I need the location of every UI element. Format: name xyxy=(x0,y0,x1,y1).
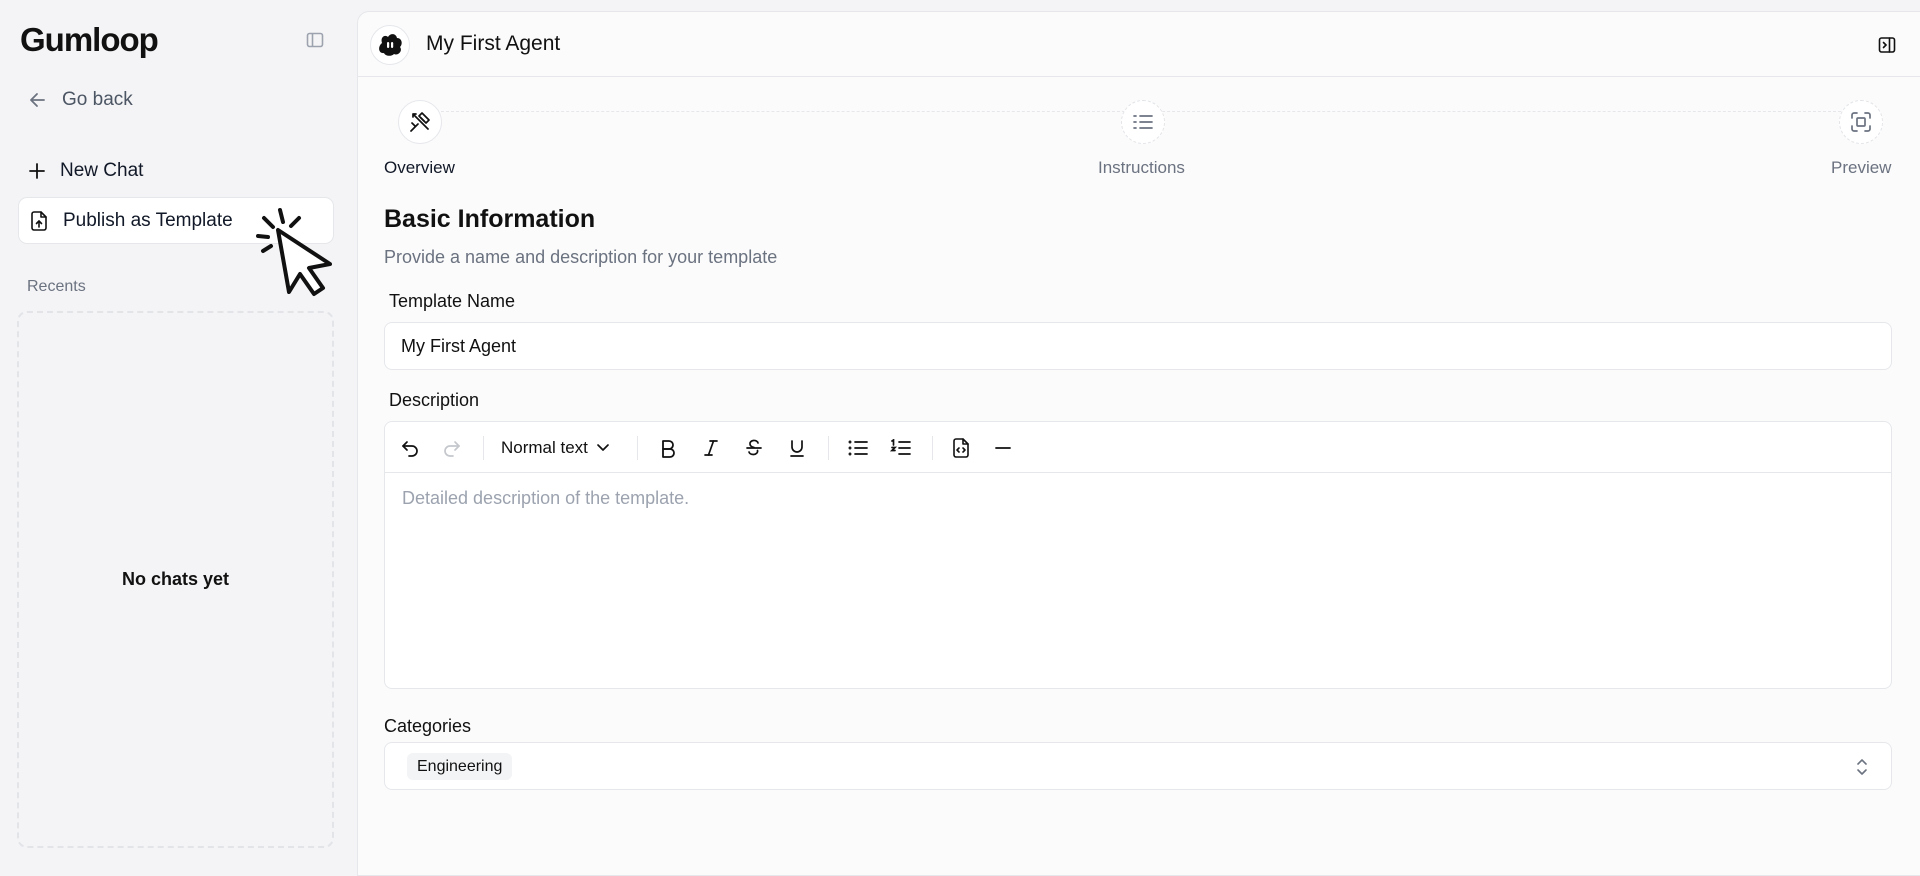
toolbar-divider xyxy=(828,436,829,460)
scan-icon xyxy=(1851,112,1871,132)
undo-button[interactable] xyxy=(396,434,424,462)
underline-button[interactable] xyxy=(783,434,811,462)
bullet-list-icon xyxy=(848,440,868,456)
redo-icon xyxy=(444,441,460,457)
publish-template-label: Publish as Template xyxy=(63,209,233,231)
gumloop-logo[interactable]: Gumloop xyxy=(20,20,159,60)
toolbar-divider xyxy=(483,436,484,460)
step-preview[interactable] xyxy=(1839,100,1883,144)
step-instructions-label[interactable]: Instructions xyxy=(1098,158,1185,178)
step-instructions[interactable] xyxy=(1121,100,1165,144)
agent-blob-icon xyxy=(379,34,402,56)
select-toggle[interactable] xyxy=(1851,755,1873,779)
sidebar-collapse-button[interactable] xyxy=(300,25,330,55)
plus-icon xyxy=(29,163,45,179)
new-chat-button[interactable]: New Chat xyxy=(18,149,334,193)
chevron-down-icon xyxy=(597,444,609,451)
arrow-left-icon xyxy=(30,93,45,107)
undo-icon xyxy=(402,441,418,457)
numbered-list-icon xyxy=(890,439,911,455)
section-subtitle: Provide a name and description for your … xyxy=(384,247,778,267)
horizontal-rule-button[interactable] xyxy=(989,434,1017,462)
agent-header: My First Agent xyxy=(358,12,1920,77)
italic-button[interactable] xyxy=(697,434,725,462)
toolbar-divider xyxy=(637,436,638,460)
category-chip[interactable]: Engineering xyxy=(407,753,513,780)
bold-button[interactable] xyxy=(654,434,682,462)
section-title: Basic Information xyxy=(384,205,596,233)
sidebar: Gumloop Go back New Chat Publish as Temp… xyxy=(0,0,356,876)
file-upload-icon xyxy=(31,210,47,231)
code-block-button[interactable] xyxy=(947,434,975,462)
template-name-label: Template Name xyxy=(389,291,516,311)
text-style-dropdown[interactable]: Normal text xyxy=(501,434,610,462)
template-name-input[interactable] xyxy=(384,322,1892,370)
strikethrough-icon xyxy=(746,439,762,456)
toolbar-divider xyxy=(932,436,933,460)
go-back-link[interactable]: Go back xyxy=(18,78,334,122)
no-chats-message: No chats yet xyxy=(121,569,230,589)
chevrons-up-down-icon xyxy=(1857,759,1867,775)
toggle-panel-button[interactable] xyxy=(1874,32,1900,58)
step-overview[interactable] xyxy=(398,100,442,144)
pointer-cursor-icon xyxy=(256,208,332,296)
editor-toolbar: Normal text xyxy=(385,422,1891,473)
redo-button[interactable] xyxy=(438,434,466,462)
numbered-list-button[interactable] xyxy=(887,434,915,462)
description-label: Description xyxy=(389,390,480,410)
horizontal-rule-icon xyxy=(995,447,1011,449)
step-preview-label[interactable]: Preview xyxy=(1831,158,1891,178)
file-code-icon xyxy=(953,438,969,458)
categories-select[interactable]: Engineering xyxy=(384,742,1892,790)
categories-label: Categories xyxy=(384,716,472,736)
list-icon xyxy=(1133,115,1153,129)
underline-icon xyxy=(790,440,804,457)
agent-avatar xyxy=(370,25,410,65)
italic-icon xyxy=(704,440,718,456)
agent-title: My First Agent xyxy=(426,32,561,55)
recents-heading: Recents xyxy=(27,278,86,295)
recents-list: No chats yet xyxy=(17,311,334,848)
text-style-value: Normal text xyxy=(501,438,588,457)
wand-pencil-icon xyxy=(410,112,430,132)
description-placeholder: Detailed description of the template. xyxy=(402,488,690,508)
panel-right-icon xyxy=(1878,37,1896,53)
step-overview-label[interactable]: Overview xyxy=(384,158,455,178)
go-back-label: Go back xyxy=(62,89,133,110)
description-editor[interactable]: Normal text Detailed description of the … xyxy=(384,421,1892,689)
strikethrough-button[interactable] xyxy=(740,434,768,462)
bold-icon xyxy=(662,440,675,458)
new-chat-label: New Chat xyxy=(60,160,144,181)
bullet-list-button[interactable] xyxy=(844,434,872,462)
sidebar-toggle-icon xyxy=(306,32,324,48)
